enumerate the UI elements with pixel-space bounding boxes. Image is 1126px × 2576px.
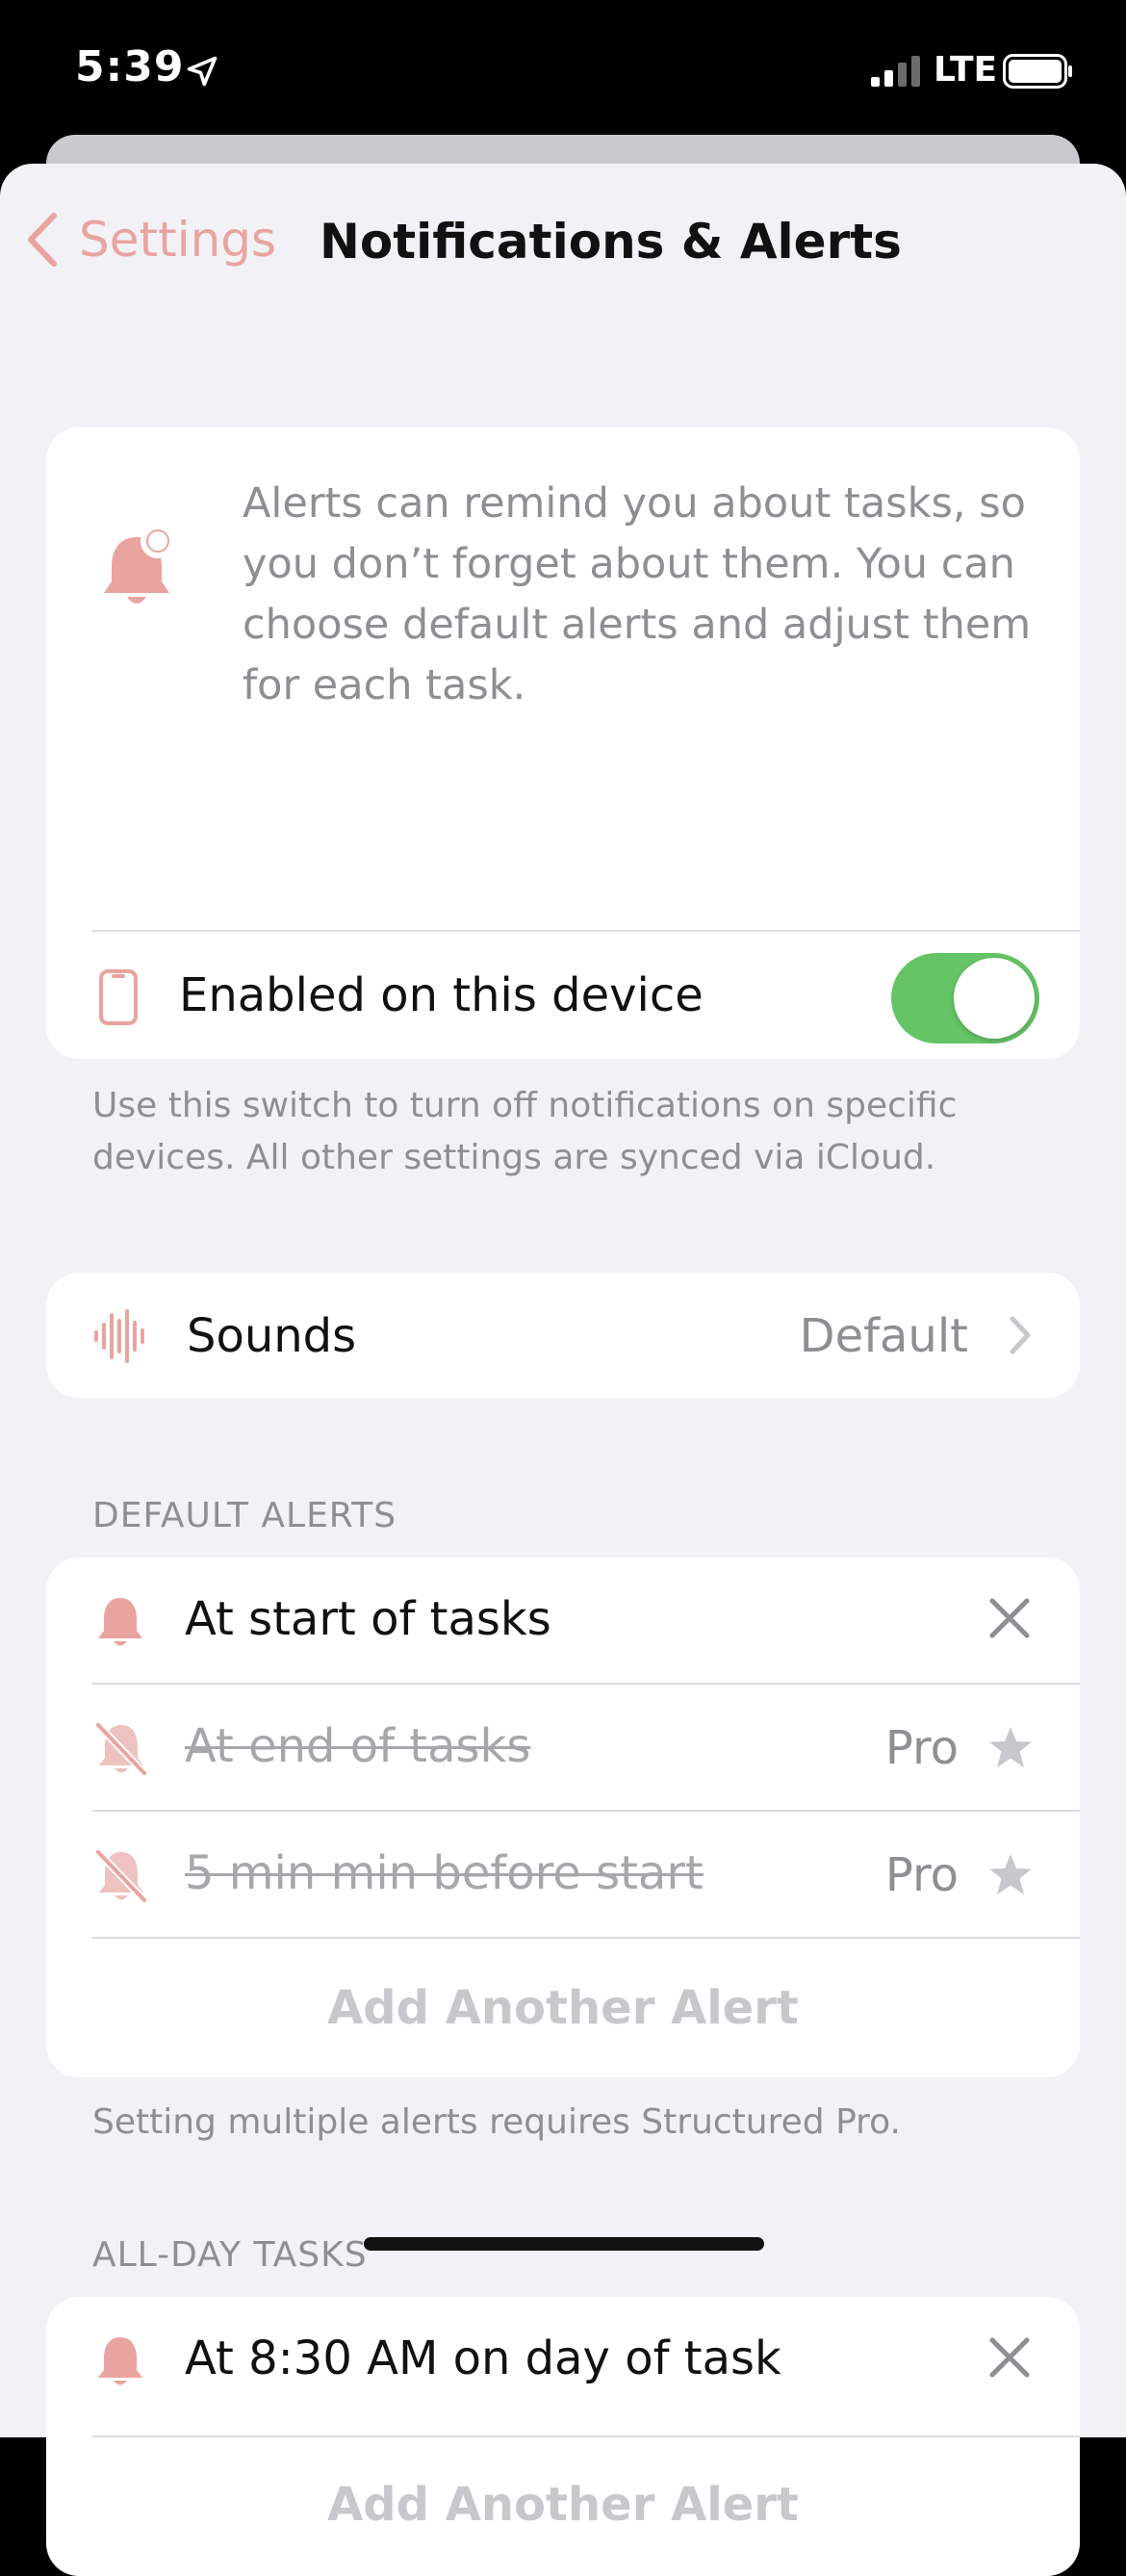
bell-slash-icon — [94, 1721, 148, 1777]
default-alerts-card: At start of tasks At end of tasks Pro 5 … — [46, 1558, 1080, 2077]
location-arrow-icon — [187, 56, 218, 87]
sounds-value: Default — [799, 1309, 968, 1363]
status-time: 5:39 — [75, 42, 185, 91]
sounds-row[interactable]: Sounds Default — [46, 1273, 1080, 1398]
toggle-knob — [954, 958, 1035, 1039]
page-title: Notifications & Alerts — [320, 214, 902, 270]
network-type: LTE — [934, 50, 998, 90]
sounds-label: Sounds — [187, 1309, 357, 1363]
star-icon — [989, 1727, 1032, 1767]
pro-badge: Pro — [884, 1721, 959, 1775]
alert-label: 5 min min before start — [185, 1846, 704, 1900]
bell-slash-icon — [94, 1848, 148, 1904]
waveform-icon — [94, 1309, 144, 1363]
all-day-alert-row[interactable]: At 8:30 AM on day of task — [46, 2297, 1080, 2422]
battery-icon — [1003, 54, 1072, 89]
device-notifications-toggle[interactable] — [891, 953, 1039, 1043]
xmark-icon[interactable] — [987, 2335, 1032, 2380]
alert-label: At end of tasks — [185, 1719, 531, 1773]
alert-label: At start of tasks — [185, 1592, 551, 1646]
bell-icon — [98, 2337, 142, 2385]
chevron-right-icon — [1010, 1316, 1031, 1354]
xmark-icon[interactable] — [987, 1596, 1032, 1640]
star-icon — [989, 1854, 1032, 1894]
back-button-label: Settings — [79, 212, 277, 268]
pro-badge: Pro — [884, 1848, 959, 1902]
add-default-alert-button[interactable]: Add Another Alert — [46, 1981, 1080, 2035]
all-day-alerts-card: At 8:30 AM on day of task Add Another Al… — [46, 2297, 1080, 2576]
add-all-day-alert-button[interactable]: Add Another Alert — [46, 2478, 1080, 2532]
bell-icon — [98, 1598, 142, 1646]
alert-row-end[interactable]: At end of tasks Pro — [46, 1685, 1080, 1810]
alert-row-start[interactable]: At start of tasks — [46, 1558, 1080, 1683]
alert-row-before-start[interactable]: 5 min min before start Pro — [46, 1812, 1080, 1937]
chevron-left-icon — [28, 213, 57, 267]
alert-label: At 8:30 AM on day of task — [185, 2331, 781, 2385]
divider — [92, 1937, 1080, 1939]
cellular-signal-icon — [871, 56, 920, 87]
back-button[interactable]: Settings — [25, 212, 276, 268]
